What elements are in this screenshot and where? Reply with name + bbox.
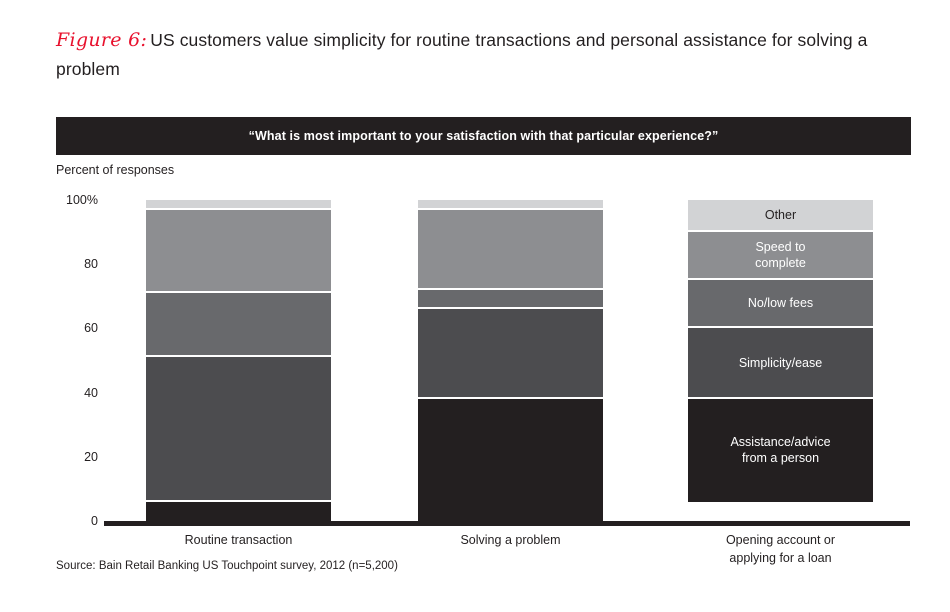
bar-segment-assistance-advice-from-a-person	[418, 399, 603, 521]
segment-label: Simplicity/ease	[738, 355, 823, 370]
chart-plot-area: 100% 80 60 40 20 0 Other Speed to complete No/lo…	[0, 0, 950, 612]
x-axis-label-2: Solving a problem	[460, 533, 561, 547]
x-axis-label-1: Routine transaction	[184, 533, 293, 547]
question-banner-text: “What is most important to your satisfac…	[248, 129, 719, 143]
bar-segment-no-low-fees	[418, 289, 603, 310]
bar-segment-other	[146, 200, 331, 210]
bar-segment-speed-to-complete: Speed to complete	[688, 232, 873, 281]
x-axis-label-3: Opening account or applying for a loan	[725, 533, 836, 565]
segment-label: Speed to complete	[755, 240, 806, 271]
segment-label: Other	[764, 208, 797, 223]
x-axis-baseline	[104, 521, 910, 526]
bar-segment-other	[418, 200, 603, 210]
stacked-bar-2	[418, 200, 603, 521]
figure-title-block: Figure 6: US customers value simplicity f…	[56, 26, 916, 84]
bar-segment-simplicity-ease	[418, 309, 603, 399]
segment-label: Assistance/advice from a person	[730, 435, 831, 466]
y-axis-tick-group: 100% 80 60 40 20 0	[38, 0, 98, 612]
figure-title-text: US customers value simplicity for routin…	[56, 30, 868, 79]
bar-segment-simplicity-ease	[146, 357, 331, 502]
y-axis-tick-0: 0	[91, 514, 98, 528]
stacked-bar-3: Other Speed to complete No/low fees Simplici…	[688, 200, 873, 521]
bar-segment-speed-to-complete	[418, 209, 603, 290]
bar-segment-no-low-fees: No/low fees	[688, 280, 873, 329]
page-title: Figure 6: US customers value simplicity f…	[56, 26, 916, 84]
y-axis-tick-80: 80	[84, 257, 98, 272]
segment-label: No/low fees	[747, 296, 814, 311]
bar-segment-assistance-advice-from-a-person: Assistance/advice from a person	[688, 399, 873, 502]
y-axis-tick-100: 100%	[66, 193, 98, 207]
y-axis-tick-40: 40	[84, 385, 98, 400]
y-axis-tick-60: 60	[84, 321, 98, 336]
bar-segment-assistance-advice-from-a-person	[146, 501, 331, 521]
y-axis-tick-20: 20	[84, 449, 98, 464]
bar-segment-speed-to-complete	[146, 209, 331, 294]
bar-segment-no-low-fees	[146, 293, 331, 358]
source-note: Source: Bain Retail Banking US Touchpoin…	[56, 560, 398, 572]
bar-segment-simplicity-ease: Simplicity/ease	[688, 328, 873, 399]
stacked-bar-1	[146, 200, 331, 521]
bar-segment-other: Other	[688, 200, 873, 233]
question-banner: “What is most important to your satisfac…	[56, 117, 911, 155]
